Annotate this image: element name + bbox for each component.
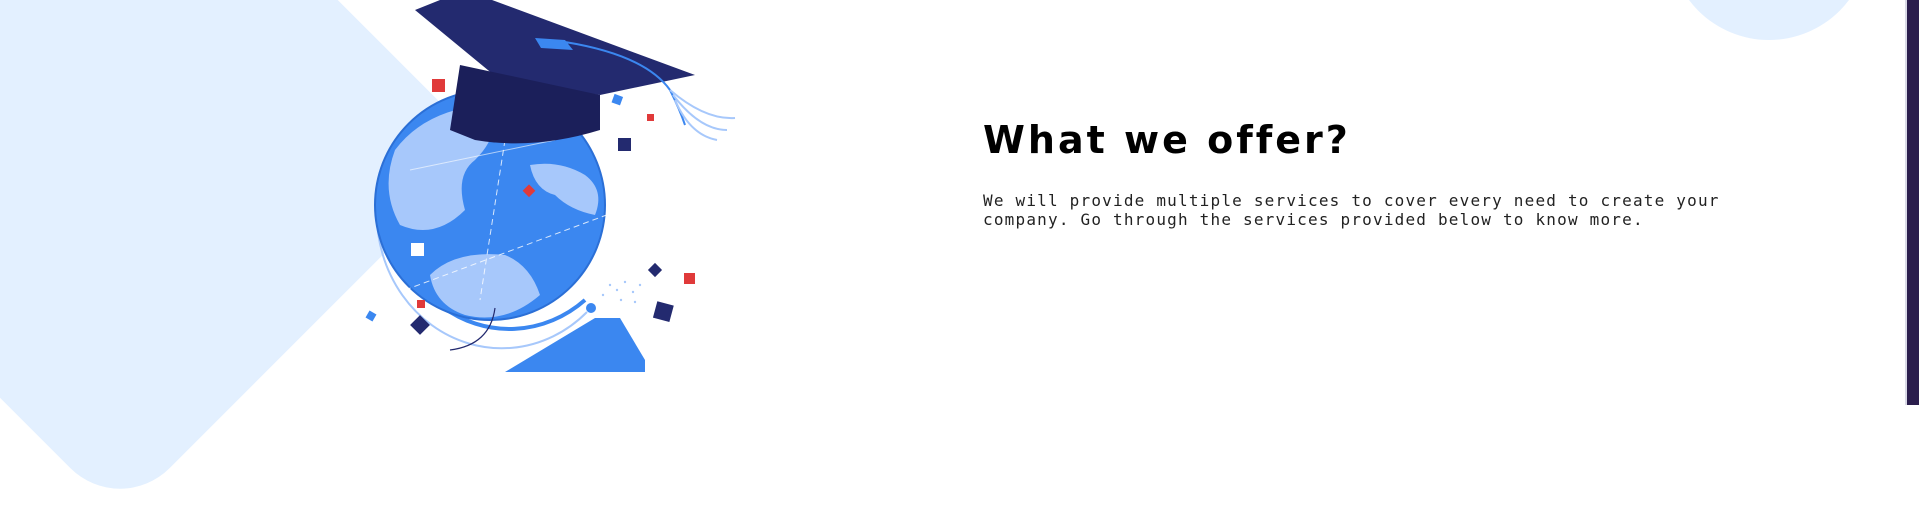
background-shape-right	[1669, 0, 1869, 40]
section-heading: What we offer?	[983, 118, 1351, 162]
right-edge-bar	[1907, 0, 1919, 405]
globe-graduation-cap-icon	[355, 0, 765, 375]
what-we-offer-section: What we offer? We will provide multiple …	[983, 118, 1753, 229]
section-description: We will provide multiple services to cov…	[983, 191, 1720, 229]
